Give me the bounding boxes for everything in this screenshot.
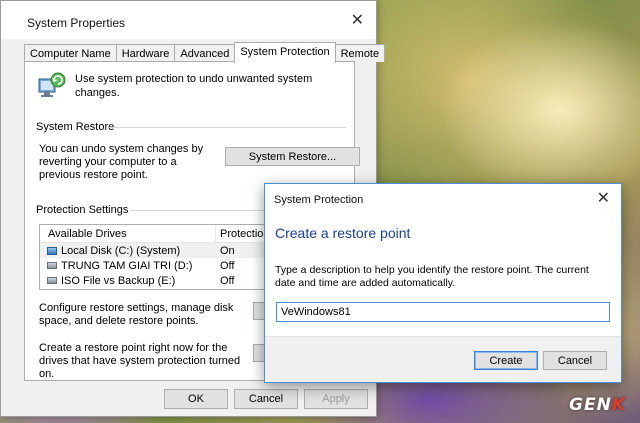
system-protection-icon bbox=[38, 72, 66, 97]
system-restore-group-label: System Restore bbox=[36, 121, 119, 133]
close-icon[interactable]: ✕ bbox=[351, 13, 364, 29]
dialog-titlebar[interactable]: System Protection ✕ bbox=[265, 184, 621, 214]
dialog-heading: Create a restore point bbox=[275, 225, 411, 241]
drive-icon bbox=[47, 277, 57, 284]
drive-name: TRUNG TAM GIAI TRI (D:) bbox=[61, 259, 193, 272]
drive-name: Local Disk (C:) (System) bbox=[61, 244, 181, 257]
genk-logo: GENK bbox=[569, 395, 626, 415]
system-restore-description: You can undo system changes by reverting… bbox=[39, 143, 204, 181]
apply-button: Apply bbox=[304, 389, 368, 409]
system-properties-titlebar[interactable]: System Properties ✕ bbox=[1, 1, 376, 39]
intro-text: Use system protection to undo unwanted s… bbox=[75, 73, 313, 99]
tab-hardware[interactable]: Hardware bbox=[115, 44, 176, 62]
configure-description: Configure restore settings, manage disk … bbox=[39, 302, 234, 327]
column-available-drives[interactable]: Available Drives bbox=[40, 225, 216, 242]
drive-name: ISO File vs Backup (E:) bbox=[61, 274, 176, 287]
system-protection-dialog: System Protection ✕ Create a restore poi… bbox=[264, 183, 622, 383]
tab-remote[interactable]: Remote bbox=[334, 44, 386, 62]
tab-system-protection[interactable]: System Protection bbox=[234, 42, 336, 63]
create-description: Create a restore point right now for the… bbox=[39, 342, 241, 380]
cancel-button[interactable]: Cancel bbox=[234, 389, 298, 409]
drive-icon bbox=[47, 262, 57, 269]
tab-bar: Computer Name Hardware Advanced System P… bbox=[24, 42, 386, 63]
dialog-title: System Protection bbox=[274, 194, 364, 206]
create-button[interactable]: Create bbox=[474, 351, 538, 370]
restore-point-description-input[interactable] bbox=[276, 302, 610, 322]
ok-button[interactable]: OK bbox=[164, 389, 228, 409]
system-restore-button[interactable]: System Restore... bbox=[225, 147, 360, 166]
protection-settings-group-label: Protection Settings bbox=[36, 204, 133, 216]
window-title: System Properties bbox=[27, 16, 126, 30]
tab-advanced[interactable]: Advanced bbox=[174, 44, 236, 62]
logo-text-accent: K bbox=[611, 395, 626, 415]
system-restore-divider bbox=[109, 127, 346, 128]
close-icon[interactable]: ✕ bbox=[597, 191, 610, 207]
logo-text-main: GEN bbox=[569, 395, 612, 415]
system-drive-icon bbox=[47, 246, 57, 255]
tab-computer-name[interactable]: Computer Name bbox=[24, 44, 117, 62]
dialog-cancel-button[interactable]: Cancel bbox=[543, 351, 607, 370]
dialog-description: Type a description to help you identify … bbox=[275, 264, 589, 289]
